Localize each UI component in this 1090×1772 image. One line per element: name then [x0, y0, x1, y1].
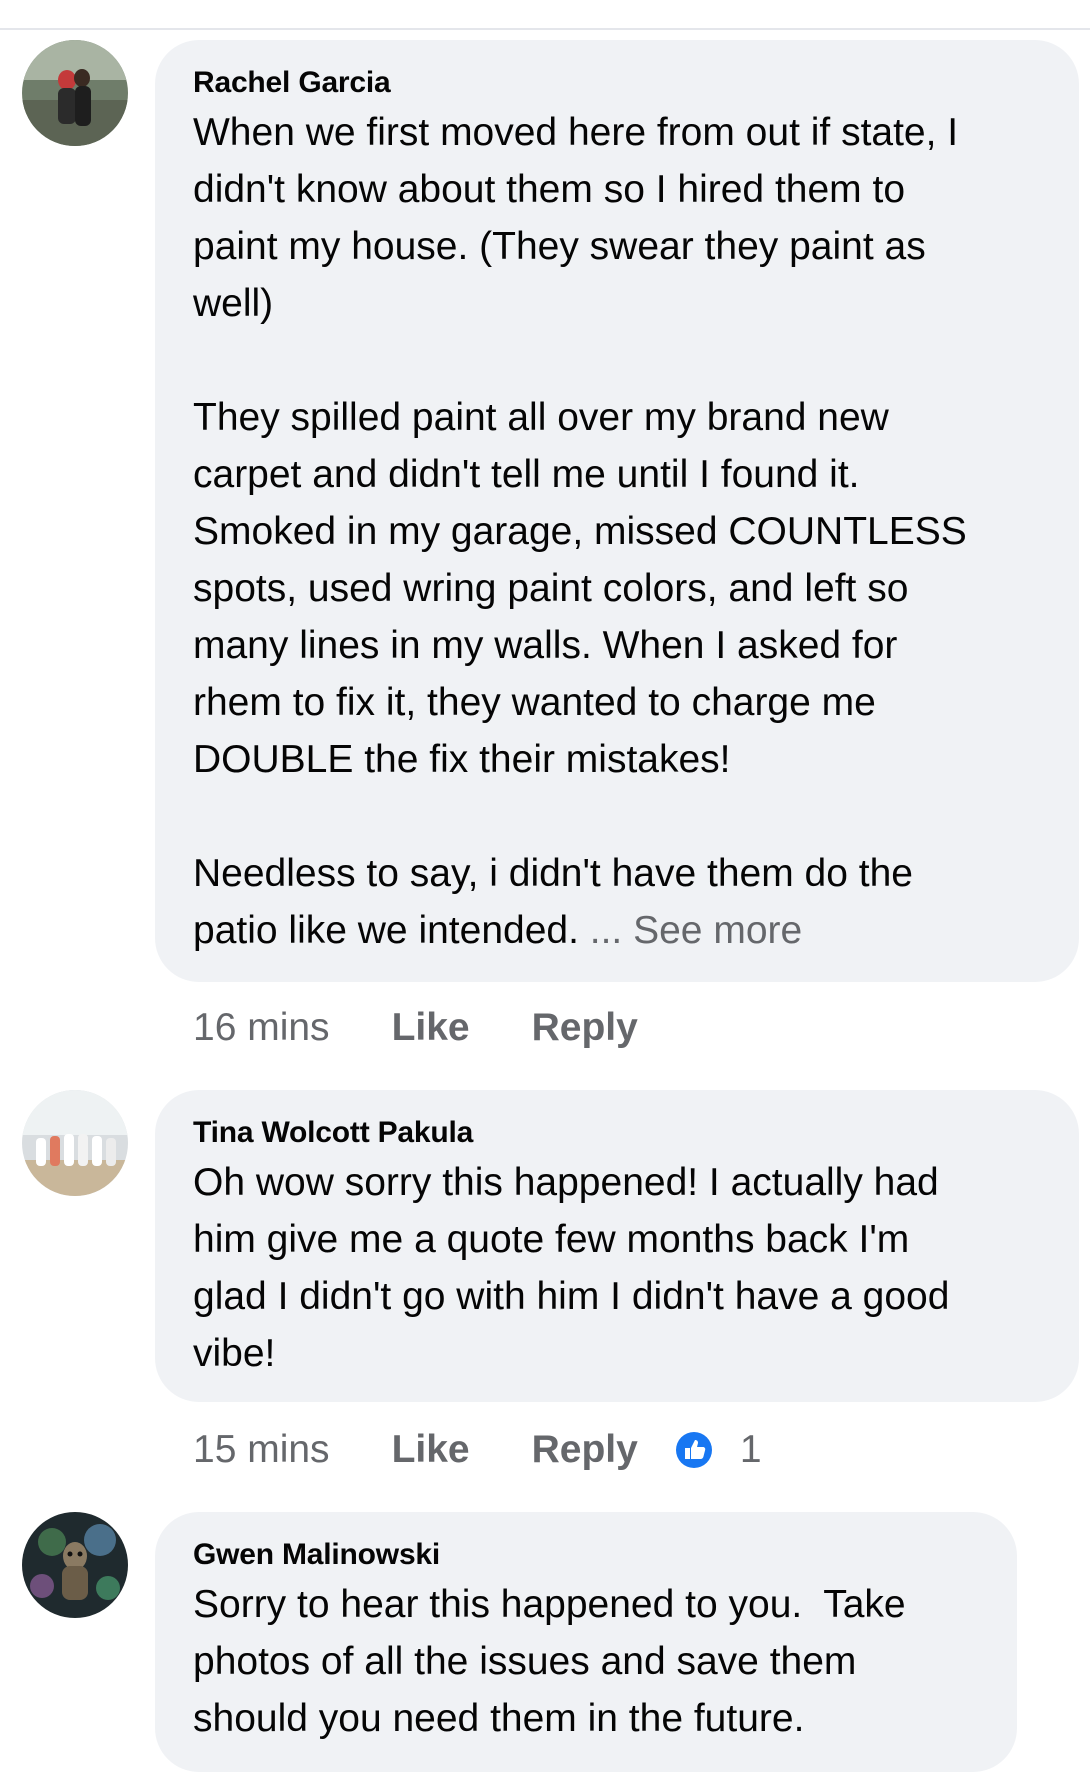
comment-text: Sorry to hear this happened to you. Take…	[193, 1583, 906, 1740]
timestamp[interactable]: 16 mins	[193, 1006, 330, 1050]
author-name[interactable]: Tina Wolcott Pakula	[193, 1114, 1043, 1152]
avatar-photo-icon	[22, 1512, 128, 1618]
like-reaction-icon	[672, 1429, 715, 1471]
avatar[interactable]	[22, 1512, 128, 1618]
see-more-link[interactable]: ... See more	[590, 909, 802, 952]
reply-button[interactable]: Reply	[532, 1428, 638, 1472]
reaction-summary[interactable]: 1	[672, 1428, 762, 1472]
author-name[interactable]: Gwen Malinowski	[193, 1536, 981, 1574]
comment-bubble: Rachel Garcia When we first moved here f…	[155, 40, 1079, 982]
author-name[interactable]: Rachel Garcia	[193, 64, 1043, 102]
like-button[interactable]: Like	[392, 1428, 470, 1472]
top-divider	[0, 28, 1090, 30]
avatar[interactable]	[22, 1090, 128, 1196]
comment-text: When we first moved here from out if sta…	[193, 104, 1043, 959]
comment-bubble: Gwen Malinowski Sorry to hear this happe…	[155, 1512, 1017, 1772]
reply-button[interactable]: Reply	[532, 1006, 638, 1050]
comment-body: When we first moved here from out if sta…	[193, 111, 967, 952]
timestamp[interactable]: 15 mins	[193, 1428, 330, 1472]
comment-text: Oh wow sorry this happened! I actually h…	[193, 1161, 950, 1375]
reaction-count: 1	[739, 1428, 762, 1471]
avatar-photo-icon	[22, 40, 128, 146]
avatar[interactable]	[22, 40, 128, 146]
like-button[interactable]: Like	[392, 1006, 470, 1050]
comment-bubble: Tina Wolcott Pakula Oh wow sorry this ha…	[155, 1090, 1079, 1402]
avatar-photo-icon	[22, 1090, 128, 1196]
comment-actions: 16 mins Like Reply	[193, 1003, 700, 1053]
comment-actions: 15 mins Like Reply 1	[193, 1425, 762, 1475]
